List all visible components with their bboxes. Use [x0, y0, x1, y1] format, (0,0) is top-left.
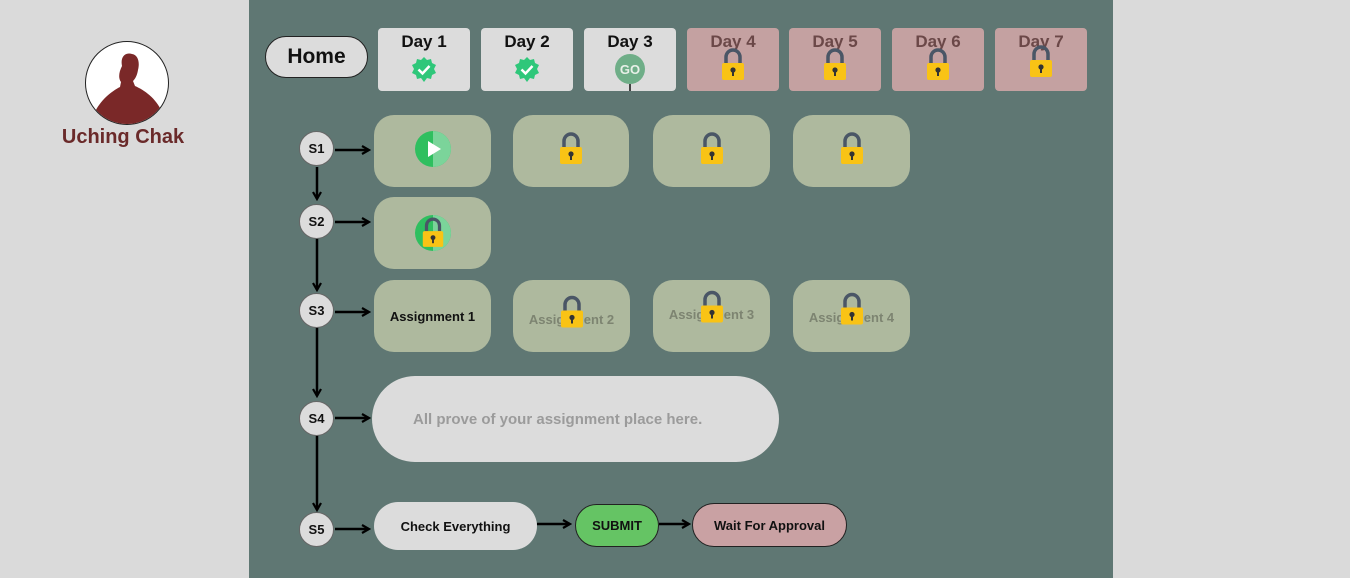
wait-for-approval-status: Wait For Approval [692, 503, 847, 547]
assignment-4-card[interactable]: Assignment 4 [793, 280, 910, 352]
check-everything-button[interactable]: Check Everything [374, 502, 537, 550]
lock-icon [838, 131, 866, 171]
step-s4: S4 [299, 401, 334, 436]
assignment-1-label: Assignment 1 [389, 308, 476, 324]
step-s2: S2 [299, 204, 334, 239]
assignment-1-card[interactable]: Assignment 1 [374, 280, 491, 352]
lock-icon [698, 131, 726, 171]
assignment-3-card[interactable]: Assignment 3 [653, 280, 770, 352]
play-icon[interactable] [414, 130, 452, 173]
locked-card[interactable] [793, 115, 910, 187]
locked-card[interactable] [653, 115, 770, 187]
assignment-2-card[interactable]: Assignment 2 [513, 280, 630, 352]
locked-progress-card[interactable] [374, 197, 491, 269]
video-card[interactable] [374, 115, 491, 187]
step-s3: S3 [299, 293, 334, 328]
locked-card[interactable] [513, 115, 629, 187]
progress-lock-icon [414, 214, 452, 252]
step-s1: S1 [299, 131, 334, 166]
lock-icon [558, 295, 586, 335]
lock-icon [838, 292, 866, 332]
step-s5: S5 [299, 512, 334, 547]
lock-icon [557, 131, 585, 171]
lock-icon [698, 290, 726, 330]
submit-button[interactable]: SUBMIT [575, 504, 659, 547]
lock-icon [422, 217, 443, 247]
proof-dropzone[interactable]: All prove of your assignment place here. [372, 376, 779, 462]
